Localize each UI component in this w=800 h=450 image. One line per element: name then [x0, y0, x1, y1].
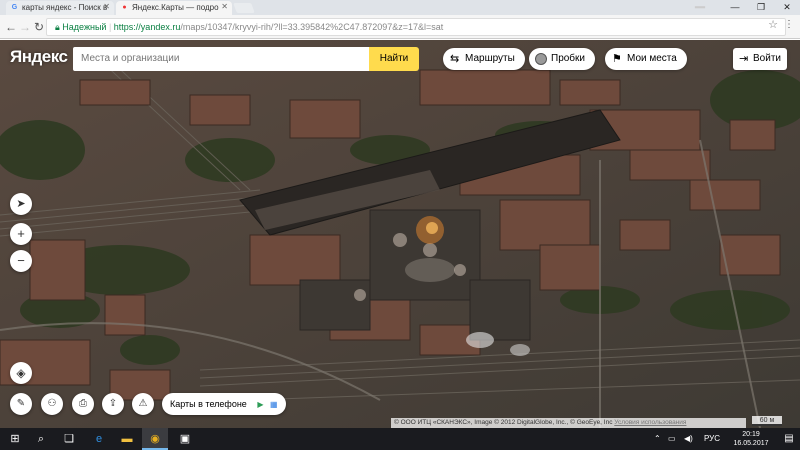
mobile-apps-label: Карты в телефоне — [170, 399, 247, 409]
tray-up-icon[interactable]: ⌃ — [654, 428, 661, 450]
maximize-button[interactable]: ❐ — [748, 0, 774, 15]
panorama-button[interactable]: ⚇ — [41, 393, 63, 415]
traffic-button[interactable]: Пробки — [529, 48, 595, 70]
layers-button[interactable]: ◈ — [10, 362, 32, 384]
zoom-in-button[interactable]: + — [10, 223, 32, 245]
language-indicator[interactable]: РУС — [704, 428, 720, 450]
browser-toolbar: ← → ↻ 🔒︎ Надежный | https://yandex.ru/ma… — [0, 15, 800, 39]
ruler-button[interactable]: ✎ — [10, 393, 32, 415]
browser-window: G карты яндекс - Поиск в ✕ ● Яндекс.Карт… — [0, 0, 800, 428]
url-host: https://yandex.ru — [113, 22, 181, 32]
copyright-text: © ООО ИТЦ «СКАНЭКС», Image © 2012 Digita… — [394, 419, 615, 426]
new-tab-button[interactable] — [233, 3, 255, 13]
network-icon[interactable]: ▭ — [668, 428, 676, 450]
cortana-search-icon[interactable]: ⌕ — [28, 428, 54, 450]
tab-strip: G карты яндекс - Поиск в ✕ ● Яндекс.Карт… — [0, 0, 800, 15]
file-explorer-icon[interactable]: ▬ — [114, 428, 140, 450]
clock[interactable]: 20:19 16.05.2017 — [726, 430, 776, 448]
yandex-logo[interactable]: Яндекс — [10, 47, 68, 67]
copyright-bar: © ООО ИТЦ «СКАНЭКС», Image © 2012 Digita… — [391, 418, 746, 428]
back-icon[interactable]: ← — [4, 20, 18, 34]
share-button[interactable]: ⇪ — [102, 393, 124, 415]
my-places-label: Мои места — [627, 53, 677, 64]
bookmark-icon: ⚑ — [612, 53, 622, 65]
tab-close-icon[interactable]: ✕ — [103, 2, 110, 11]
task-view-icon[interactable]: ❏ — [56, 428, 82, 450]
satellite-map[interactable]: ➤ + − ◈ — [0, 40, 800, 428]
traffic-label: Пробки — [551, 53, 585, 64]
store-icon[interactable]: ▣ — [172, 428, 198, 450]
url-path: /maps/10347/kryvyi-rih/?ll=33.395842%2C4… — [180, 22, 444, 32]
tab-label: карты яндекс - Поиск в — [22, 3, 108, 12]
search-input[interactable]: Места и организации — [73, 47, 369, 71]
action-center-icon[interactable]: ▤ — [780, 428, 798, 450]
windows-store-icon: ▦ — [270, 400, 278, 409]
google-favicon-icon: G — [11, 4, 18, 11]
yandex-maps-favicon-icon: ● — [122, 4, 127, 11]
volume-icon[interactable]: ◀) — [684, 428, 693, 450]
routes-icon: ⇆ — [450, 53, 460, 65]
routes-label: Маршруты — [465, 53, 515, 64]
reload-icon[interactable]: ↻ — [32, 20, 46, 34]
login-label: Войти — [753, 53, 781, 64]
edge-icon[interactable]: e — [86, 428, 112, 450]
report-error-button[interactable]: ⚠ — [132, 393, 154, 415]
terms-link[interactable]: Условия использования — [614, 419, 686, 426]
map-scale: 60 м — [752, 416, 782, 426]
routes-button[interactable]: ⇆ Маршруты — [443, 48, 525, 70]
bookmark-star-icon[interactable]: ☆ — [768, 18, 778, 31]
start-icon[interactable]: ⊞ — [2, 428, 28, 450]
google-play-icon: ▶ — [257, 400, 264, 409]
browser-menu-icon[interactable]: ⋮ — [784, 19, 794, 30]
satellite-imagery — [0, 40, 800, 428]
tab-close-icon[interactable]: ✕ — [221, 2, 228, 11]
chrome-icon[interactable]: ◉ — [142, 428, 168, 450]
login-icon: ⇥ — [739, 53, 749, 65]
mobile-apps-button[interactable]: Карты в телефоне ▶ ▦ — [162, 393, 286, 415]
secure-label: Надежный — [62, 22, 107, 32]
search-button[interactable]: Найти — [369, 47, 419, 71]
traffic-icon — [535, 53, 547, 65]
tab-google-search[interactable]: G карты яндекс - Поиск в ✕ — [6, 1, 114, 15]
windows-taskbar: ⊞ ⌕ ❏ e ▬ ◉ ▣ ⌃ ▭ ◀) РУС 20:19 16.05.201… — [0, 428, 800, 450]
profile-icon[interactable]: ▁ — [690, 0, 710, 9]
tab-yandex-maps[interactable]: ● Яндекс.Карты — подро ✕ — [116, 1, 232, 15]
tab-label: Яндекс.Карты — подро — [132, 3, 219, 12]
login-button[interactable]: ⇥ Войти — [733, 48, 787, 70]
clock-time: 20:19 — [742, 431, 760, 438]
print-button[interactable]: ⎙ — [72, 393, 94, 415]
clock-date: 16.05.2017 — [733, 440, 769, 447]
zoom-out-button[interactable]: − — [10, 250, 32, 272]
close-window-button[interactable]: ✕ — [774, 0, 800, 15]
my-places-button[interactable]: ⚑ Мои места — [605, 48, 687, 70]
locate-button[interactable]: ➤ — [10, 193, 32, 215]
forward-icon[interactable]: → — [18, 20, 32, 34]
minimize-button[interactable]: — — [722, 0, 748, 15]
address-bar[interactable]: 🔒︎ Надежный | https://yandex.ru/maps/103… — [46, 18, 786, 36]
